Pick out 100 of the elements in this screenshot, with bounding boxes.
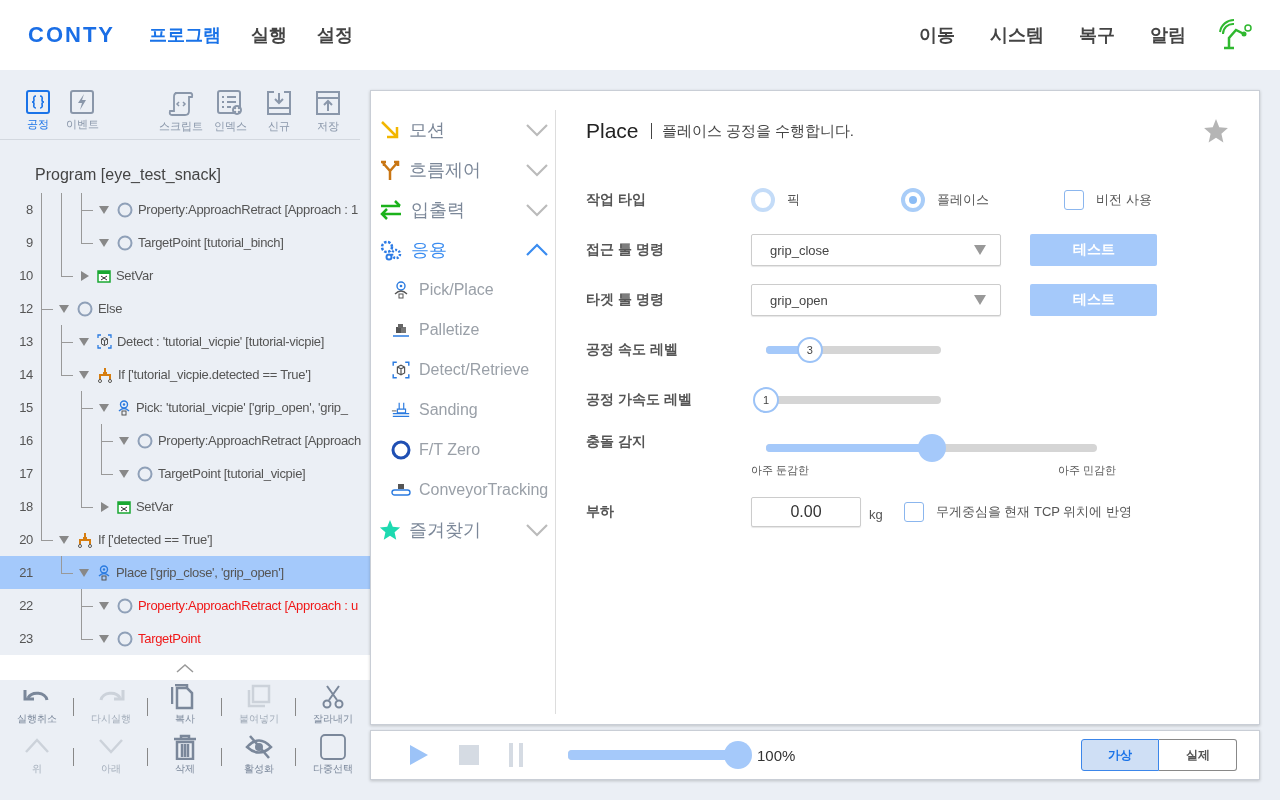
collapse-arrow-icon[interactable]	[58, 302, 70, 315]
tree-row[interactable]: 14 If ['tutorial_vicpie.detected == True']	[0, 358, 370, 391]
tree-row[interactable]: 13 Detect : 'tutorial_vicpie' [tutorial-vicpie]	[0, 325, 370, 358]
line-number: 10	[18, 268, 34, 283]
radio-button[interactable]: 픽	[751, 188, 901, 212]
tree-row[interactable]: 15 Pick: 'tutorial_vicpie' ['grip_open', 'grip_	[0, 391, 370, 424]
play-icon[interactable]	[409, 744, 429, 766]
slider[interactable]: 3	[751, 335, 956, 365]
tree-row[interactable]: 10 SetVar	[0, 259, 370, 292]
slider-thumb[interactable]: 3	[796, 337, 823, 363]
edit-tool-button[interactable]: 활성화	[222, 734, 296, 784]
edit-tool-button[interactable]: 복사	[148, 684, 222, 734]
checkbox[interactable]: 무게중심을 현재 TCP 위치에 반영	[903, 502, 1132, 522]
panel-tab[interactable]: 이벤트	[62, 90, 102, 132]
expand-arrow-icon[interactable]	[98, 500, 110, 513]
tree-row[interactable]: 22 Property:ApproachRetract [Approach : u	[0, 589, 370, 622]
command-item[interactable]: Sanding	[379, 390, 478, 430]
menu-item[interactable]: 복구	[1079, 23, 1115, 47]
node-label: SetVar	[116, 268, 153, 283]
dropdown[interactable]: grip_close	[751, 234, 1001, 266]
line-number: 12	[18, 301, 34, 316]
edit-tool-button[interactable]: 삭제	[148, 734, 222, 784]
nav-tab[interactable]: 실행	[251, 23, 287, 47]
toolbar-button[interactable]: 인덱스	[208, 90, 252, 134]
command-item[interactable]: Palletize	[379, 310, 480, 350]
download-tray-icon	[266, 90, 292, 116]
toolbar-button[interactable]: 스크립트	[159, 90, 203, 134]
nav-tab[interactable]: 프로그램	[149, 23, 221, 47]
collapse-arrow-icon[interactable]	[98, 599, 110, 612]
collapse-arrow-icon[interactable]	[98, 236, 110, 249]
menu-item[interactable]: 시스템	[990, 23, 1044, 47]
radio-circle[interactable]	[901, 188, 925, 212]
category-item[interactable]: 흐름제어	[379, 150, 549, 190]
edit-tool-button[interactable]: 실행취소	[0, 684, 74, 734]
slider-thumb[interactable]	[724, 741, 752, 769]
down-chevron-icon	[525, 523, 549, 537]
upload-tray-icon	[315, 90, 341, 116]
category-item[interactable]: 즐겨찾기	[379, 510, 549, 550]
circle-icon	[117, 630, 133, 647]
menu-item[interactable]: 이동	[919, 23, 955, 47]
collapse-arrow-icon[interactable]	[78, 368, 90, 381]
command-item[interactable]: F/T Zero	[379, 430, 481, 470]
edit-tool-button[interactable]: 다중선택	[296, 734, 370, 784]
circle-icon	[117, 234, 133, 251]
collapse-arrow-icon[interactable]	[78, 566, 90, 579]
collapse-arrow-icon[interactable]	[98, 632, 110, 645]
tree-row[interactable]: 9 TargetPoint [tutorial_binch]	[0, 226, 370, 259]
tree-row[interactable]: 20 If ['detected == True']	[0, 523, 370, 556]
tree-row[interactable]: 17 TargetPoint [tutorial_vicpie]	[0, 457, 370, 490]
expand-arrow-icon[interactable]	[78, 269, 90, 282]
tree-row[interactable]: 21 Place ['grip_close', 'grip_open']	[0, 556, 370, 589]
panel-tab[interactable]: 공정	[18, 90, 58, 132]
command-item[interactable]: ConveyorTracking	[379, 470, 549, 510]
input-field[interactable]: 0.00	[751, 497, 861, 527]
up-chevron-icon[interactable]	[176, 662, 194, 673]
hidden-eye-icon	[245, 734, 273, 760]
robot-arm-icon[interactable]	[1218, 18, 1252, 52]
slider-thumb[interactable]: 1	[753, 387, 779, 413]
collapse-arrow-icon[interactable]	[58, 533, 70, 546]
slider-thumb[interactable]	[917, 434, 946, 462]
tree-row[interactable]: 18 SetVar	[0, 490, 370, 523]
toolbar-button[interactable]: 신규	[257, 90, 301, 134]
mode-toggle[interactable]: 가상	[1081, 739, 1159, 771]
star-icon[interactable]	[1203, 118, 1229, 144]
line-number: 15	[18, 400, 34, 415]
tree-row[interactable]: 23 TargetPoint	[0, 622, 370, 655]
line-number: 17	[18, 466, 34, 481]
fork-arrow-icon	[379, 159, 401, 181]
tree-row[interactable]: 12 Else	[0, 292, 370, 325]
radio-button[interactable]: 플레이스	[901, 188, 1051, 212]
radio-circle[interactable]	[751, 188, 775, 212]
tree-row[interactable]: 8 Property:ApproachRetract [Approach : 1	[0, 193, 370, 226]
scroll-icon	[168, 90, 194, 116]
up-chevron-icon	[525, 243, 549, 257]
line-number: 16	[18, 433, 34, 448]
category-item[interactable]: 모션	[379, 110, 549, 150]
category-item[interactable]: 응용	[379, 230, 549, 270]
mode-toggle[interactable]: 실제	[1159, 739, 1237, 771]
collapse-arrow-icon[interactable]	[118, 434, 130, 447]
collapse-arrow-icon[interactable]	[78, 335, 90, 348]
category-item[interactable]: 입출력	[379, 190, 549, 230]
variable-icon	[117, 499, 131, 514]
dropdown[interactable]: grip_open	[751, 284, 1001, 316]
nav-tab[interactable]: 설정	[317, 23, 353, 47]
collapse-arrow-icon[interactable]	[98, 203, 110, 216]
caret-icon	[974, 295, 986, 305]
line-number: 9	[25, 235, 34, 250]
lightning-icon	[70, 90, 94, 114]
checkbox[interactable]: 비전 사용	[1064, 190, 1152, 210]
node-label: SetVar	[136, 499, 173, 514]
gripper-icon	[117, 399, 131, 416]
command-item[interactable]: Pick/Place	[379, 270, 494, 310]
collapse-arrow-icon[interactable]	[98, 401, 110, 414]
slider[interactable]: 1	[751, 385, 956, 415]
tree-row[interactable]: 16 Property:ApproachRetract [Approach	[0, 424, 370, 457]
command-item[interactable]: Detect/Retrieve	[379, 350, 530, 390]
toolbar-button[interactable]: 저장	[306, 90, 350, 134]
menu-item[interactable]: 알림	[1150, 23, 1186, 47]
collapse-arrow-icon[interactable]	[118, 467, 130, 480]
edit-tool-button[interactable]: 잘라내기	[296, 684, 370, 734]
